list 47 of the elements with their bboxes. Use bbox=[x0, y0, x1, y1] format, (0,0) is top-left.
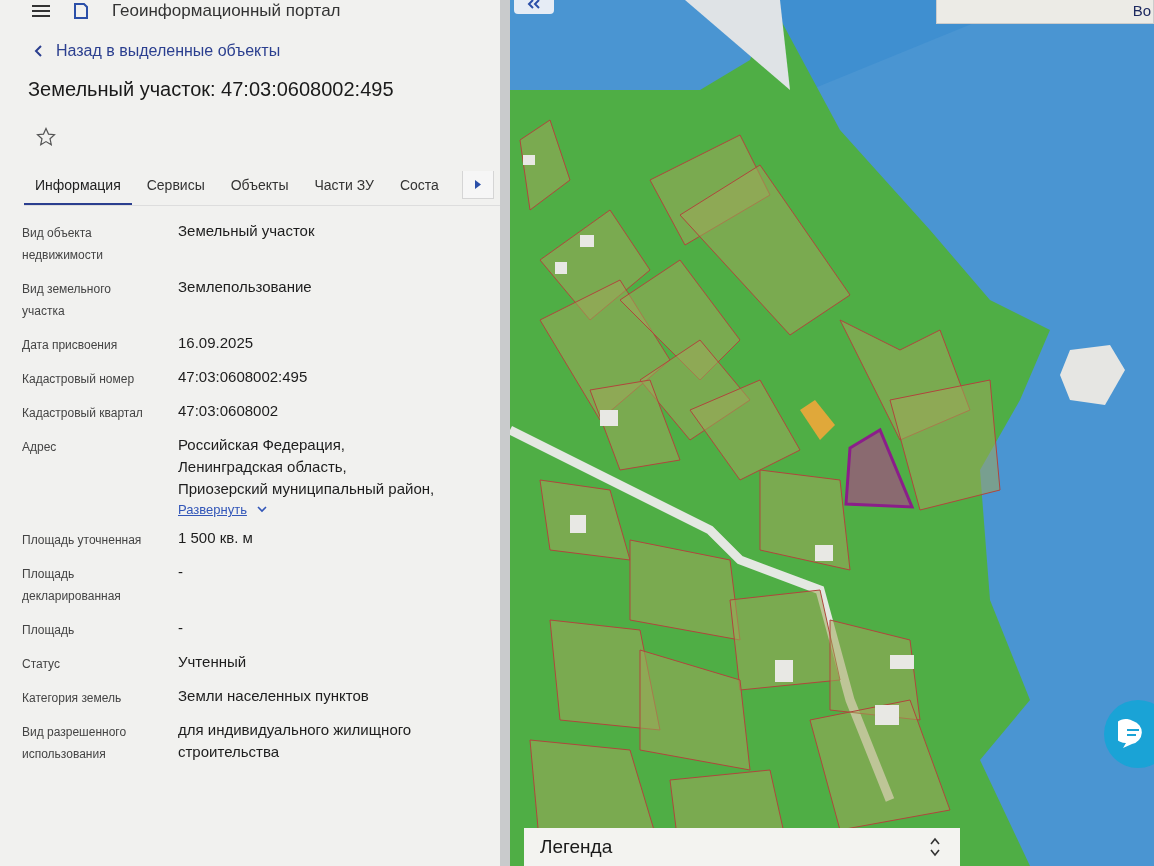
collapse-panel-button[interactable] bbox=[514, 0, 554, 14]
tab[interactable]: Сервисы bbox=[135, 171, 216, 205]
selected-parcel[interactable] bbox=[844, 427, 915, 509]
field-label: Адрес bbox=[22, 439, 58, 456]
field-label: Кадастровый номер bbox=[22, 371, 136, 388]
field-label: Категория земель bbox=[22, 690, 123, 707]
caret-right-icon bbox=[475, 179, 481, 189]
expand-link[interactable]: Развернуть bbox=[178, 502, 247, 517]
chevron-left-icon[interactable] bbox=[34, 45, 42, 57]
star-icon[interactable] bbox=[36, 127, 56, 147]
expand-collapse-icon[interactable] bbox=[930, 837, 940, 857]
field-value: Земельный участок bbox=[178, 221, 316, 241]
scroll-tabs-button[interactable] bbox=[462, 171, 494, 199]
field-value: 47:03:0608002 bbox=[178, 401, 280, 421]
field-value: 16.09.2025 bbox=[178, 333, 255, 353]
field-value: - bbox=[178, 562, 184, 582]
field-value: 1 500 кв. м bbox=[178, 528, 254, 548]
portal-title: Геоинформационный портал bbox=[112, 1, 341, 21]
tab[interactable]: Части ЗУ bbox=[303, 171, 385, 205]
field-value: Учтенный bbox=[178, 652, 248, 672]
field-label: Статус bbox=[22, 656, 61, 673]
double-chevron-left-icon bbox=[527, 0, 541, 9]
legend-panel[interactable]: Легенда bbox=[524, 828, 960, 866]
field-value: для индивидуального жилищного строительства bbox=[178, 720, 413, 762]
field-label: Вид земельного участка bbox=[22, 281, 112, 320]
field-label: Площадь уточненная bbox=[22, 532, 143, 549]
field-value: - bbox=[178, 618, 184, 638]
search-panel[interactable]: Во bbox=[936, 0, 1154, 24]
address-value: Российская Федерация, Ленинградская область, Приозерский муниципальный район, bbox=[178, 435, 436, 499]
portal-logo-icon bbox=[74, 3, 88, 19]
field-label: Вид объекта недвижимости bbox=[22, 225, 104, 264]
field-label: Площадь bbox=[22, 622, 76, 639]
field-value: Землепользование bbox=[178, 277, 313, 297]
field-label: Вид разрешенного использования bbox=[22, 724, 128, 763]
field-label: Кадастровый квартал bbox=[22, 405, 144, 422]
tab[interactable]: Информация bbox=[24, 171, 132, 205]
object-title: Земельный участок: 47:03:0608002:495 bbox=[28, 78, 395, 101]
field-label: Дата присвоения bbox=[22, 337, 119, 354]
tab[interactable]: Объекты bbox=[219, 171, 300, 205]
tab[interactable]: Соста bbox=[388, 171, 450, 205]
back-link[interactable]: Назад в выделенные объекты bbox=[56, 42, 281, 60]
field-value: 47:03:0608002:495 bbox=[178, 367, 309, 387]
field-label: Площадь декларированная bbox=[22, 566, 122, 605]
menu-icon[interactable] bbox=[32, 5, 50, 17]
field-value: Земли населенных пунктов bbox=[178, 686, 370, 706]
chevron-down-icon[interactable] bbox=[256, 506, 267, 513]
legend-title: Легенда bbox=[540, 836, 613, 858]
